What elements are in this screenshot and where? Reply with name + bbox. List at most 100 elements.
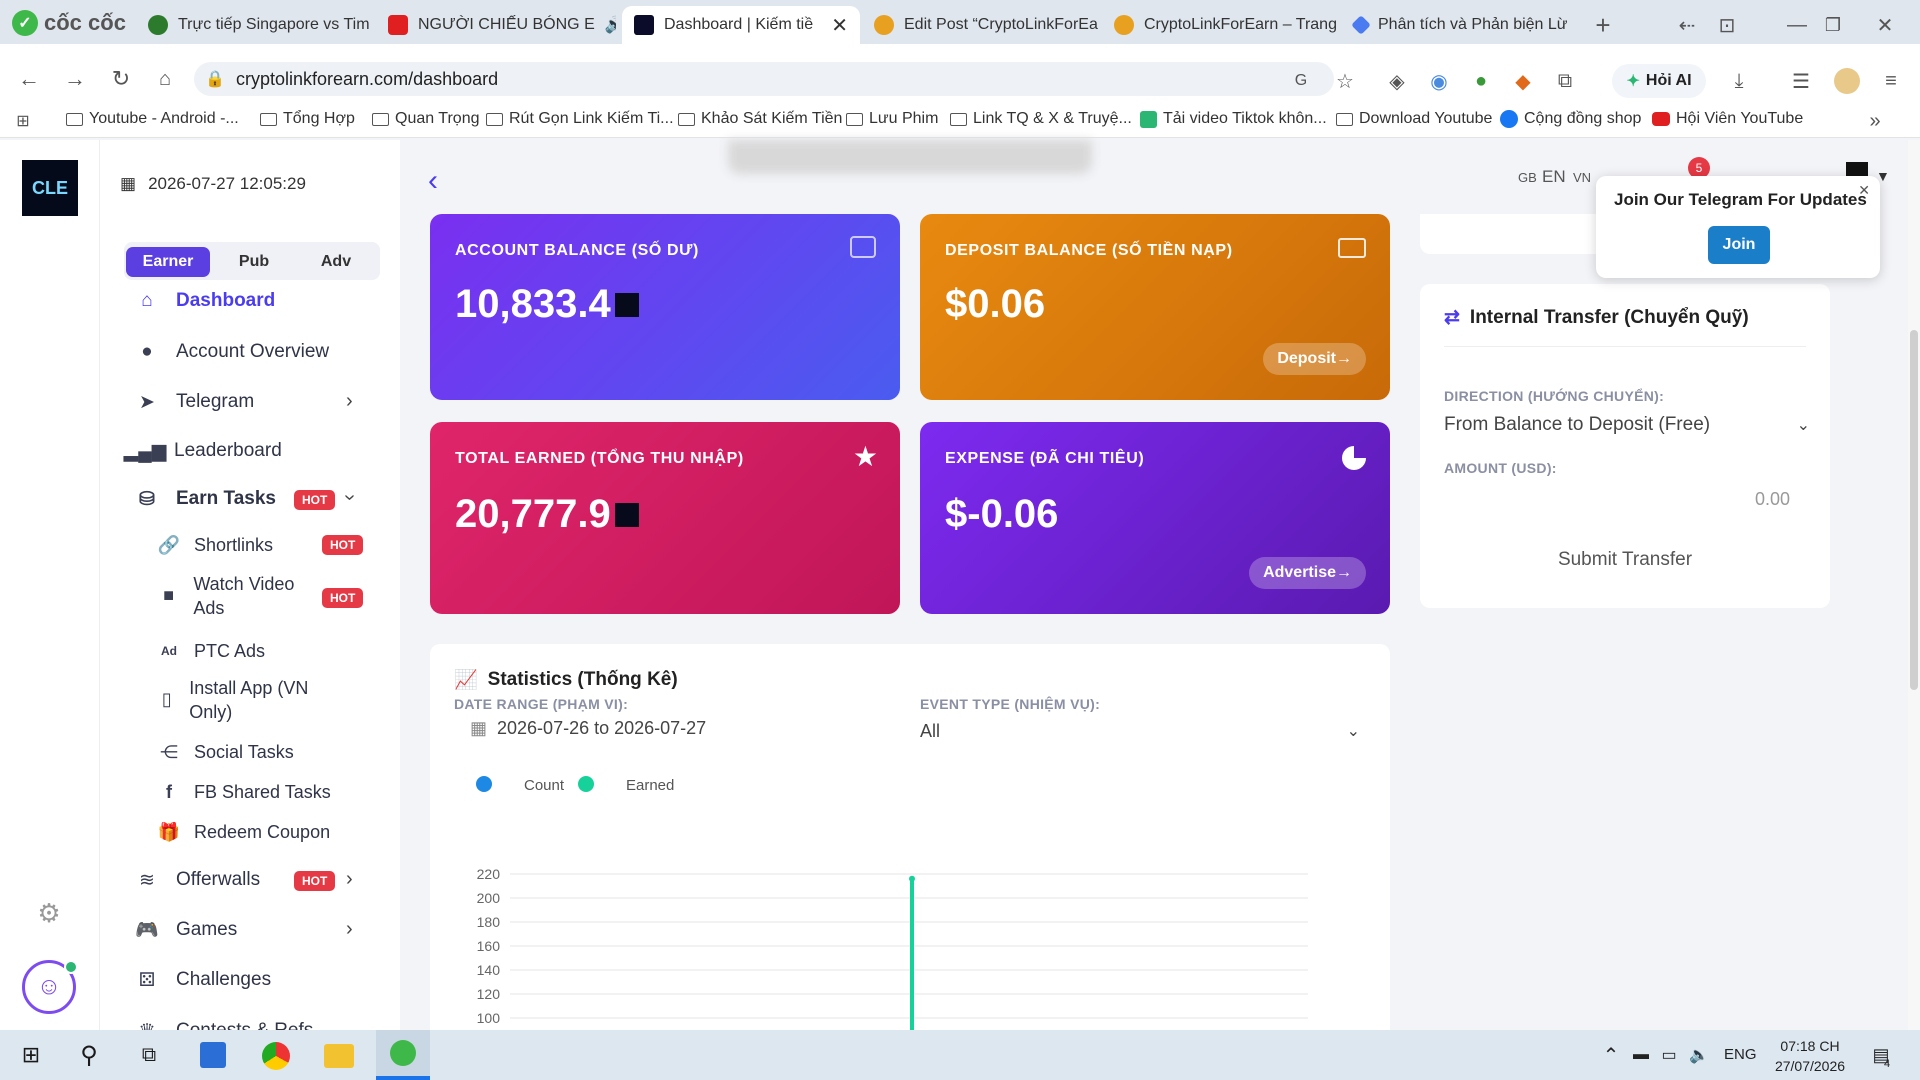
- bookmark-1[interactable]: Youtube - Android -...: [66, 110, 239, 128]
- profile-avatar[interactable]: [1834, 68, 1860, 94]
- nav-telegram[interactable]: ➤ Telegram: [134, 389, 254, 415]
- bookmark-2[interactable]: Tổng Hợp: [260, 110, 355, 128]
- bookmark-5[interactable]: Khảo Sát Kiếm Tiền: [678, 110, 842, 128]
- bookmark-6[interactable]: Lưu Phim: [846, 110, 938, 128]
- settings-gear-icon[interactable]: ⚙: [34, 898, 64, 928]
- close-window-icon[interactable]: ✕: [1870, 10, 1900, 40]
- chevron-right-icon[interactable]: ›: [346, 390, 353, 413]
- extension-3-icon[interactable]: ●: [1466, 66, 1496, 96]
- tab-2[interactable]: NGƯỜI CHIẾU BÓNG E 🔊: [376, 6, 616, 44]
- bookmark-4[interactable]: Rút Gọn Link Kiếm Ti...: [486, 110, 674, 128]
- tab-6[interactable]: Phân tích và Phản biện Lừ: [1342, 6, 1582, 44]
- line-chart-icon: 📈: [454, 670, 478, 691]
- file-explorer-icon[interactable]: [324, 1044, 354, 1068]
- deposit-button[interactable]: Deposit→: [1263, 343, 1366, 375]
- tab-3-active[interactable]: Dashboard | Kiếm tiề ✕: [622, 6, 860, 44]
- role-tab-pub[interactable]: Pub: [214, 247, 294, 277]
- nav-social-tasks[interactable]: ⋲ Social Tasks: [156, 739, 294, 765]
- scrollbar-thumb[interactable]: [1910, 330, 1918, 690]
- nav-contests[interactable]: ♛ Contests & Refs: [134, 1018, 313, 1030]
- lang-en[interactable]: EN: [1542, 167, 1566, 187]
- chevron-right-icon[interactable]: ›: [346, 918, 353, 941]
- extensions-puzzle-icon[interactable]: ⧉: [1550, 66, 1580, 96]
- site-logo[interactable]: CLE: [22, 160, 78, 216]
- tab-4[interactable]: Edit Post “CryptoLinkForEa: [862, 6, 1102, 44]
- tab-5[interactable]: CryptoLinkForEarn – Trang: [1102, 6, 1342, 44]
- back-arrow-icon[interactable]: ←: [14, 64, 44, 94]
- bookmark-7[interactable]: Link TQ & X & Truyệ...: [950, 110, 1132, 128]
- input-language[interactable]: ENG: [1724, 1046, 1757, 1063]
- nav-offerwalls[interactable]: ≋ Offerwalls: [134, 867, 260, 893]
- coccoc-taskbar-active[interactable]: [376, 1030, 430, 1080]
- direction-select[interactable]: From Balance to Deposit (Free) ⌄: [1444, 410, 1810, 440]
- translate-icon[interactable]: G: [1286, 66, 1316, 96]
- nav-dashboard[interactable]: ⌂ Dashboard: [134, 288, 275, 314]
- volume-icon[interactable]: 🔈: [1688, 1044, 1710, 1066]
- nav-watch-video[interactable]: ■ Watch Video Ads: [156, 572, 326, 620]
- search-icon[interactable]: ⚲: [74, 1040, 104, 1070]
- bookmark-9[interactable]: Download Youtube: [1336, 110, 1492, 128]
- nav-challenges[interactable]: ⚄ Challenges: [134, 967, 271, 993]
- amount-input[interactable]: 0.00: [1444, 482, 1790, 516]
- nav-shortlinks[interactable]: 🔗 Shortlinks: [156, 532, 273, 558]
- home-icon[interactable]: ⌂: [150, 64, 180, 94]
- close-icon[interactable]: ✕: [1858, 182, 1870, 199]
- role-tab-earner[interactable]: Earner: [126, 247, 210, 277]
- reload-icon[interactable]: ↻: [106, 64, 136, 94]
- speaker-icon[interactable]: 🔊: [605, 15, 616, 35]
- date-range-input[interactable]: ▦ 2026-07-26 to 2026-07-27: [470, 718, 706, 739]
- network-icon[interactable]: ▭: [1658, 1044, 1680, 1066]
- browser-logo[interactable]: ✓ cốc cốc: [12, 10, 126, 36]
- submit-transfer-button[interactable]: Submit Transfer: [1420, 540, 1830, 580]
- lang-vn[interactable]: VN: [1573, 170, 1591, 185]
- ask-ai-button[interactable]: ✦ Hỏi AI: [1612, 64, 1706, 98]
- chevron-right-icon[interactable]: ›: [346, 868, 353, 891]
- lang-gb[interactable]: GB: [1518, 170, 1537, 185]
- nav-games[interactable]: 🎮 Games: [134, 917, 237, 943]
- back-history-icon[interactable]: ⇠: [1672, 10, 1702, 40]
- nav-install-app[interactable]: ▯ Install App (VN Only): [156, 676, 326, 724]
- menu-icon[interactable]: ≡: [1876, 66, 1906, 96]
- folder-icon: [1336, 112, 1353, 126]
- media-icon[interactable]: ☰: [1786, 66, 1816, 96]
- nav-earn-tasks[interactable]: ⛁ Earn Tasks: [134, 486, 276, 512]
- bookmark-11[interactable]: Hội Viên YouTube: [1652, 110, 1803, 128]
- event-type-select[interactable]: All ⌄: [920, 716, 1360, 746]
- lock-icon[interactable]: 🔒: [204, 68, 226, 90]
- more-bookmarks-icon[interactable]: »: [1862, 108, 1888, 134]
- store-icon[interactable]: [200, 1042, 226, 1068]
- nav-account-overview[interactable]: ● Account Overview: [134, 339, 329, 365]
- nav-redeem-coupon[interactable]: 🎁 Redeem Coupon: [156, 819, 330, 845]
- close-tab-icon[interactable]: ✕: [831, 13, 848, 38]
- chevron-up-icon[interactable]: ⌃: [1600, 1044, 1622, 1067]
- metamask-icon[interactable]: ◆: [1508, 66, 1538, 96]
- extension-1-icon[interactable]: ◈: [1382, 66, 1412, 96]
- apps-grid-icon[interactable]: ⊞: [12, 110, 34, 132]
- clock[interactable]: 07:18 CH 27/07/2026: [1768, 1036, 1852, 1076]
- windows-start-icon[interactable]: ⊞: [16, 1040, 46, 1070]
- nav-ptc-ads[interactable]: Ad PTC Ads: [156, 638, 265, 664]
- chrome-icon[interactable]: [262, 1042, 290, 1070]
- task-view-icon[interactable]: ⧉: [134, 1040, 164, 1070]
- nav-leaderboard[interactable]: ▂▄▆ Leaderboard: [124, 438, 282, 464]
- new-tab-icon[interactable]: +: [1588, 10, 1618, 40]
- collapse-sidebar-icon[interactable]: ‹: [428, 164, 438, 198]
- forward-arrow-icon[interactable]: →: [60, 64, 90, 94]
- download-icon[interactable]: ⤓: [1724, 66, 1754, 96]
- bookmark-3[interactable]: Quan Trọng: [372, 110, 480, 128]
- bookmark-8[interactable]: Tải video Tiktok khôn...: [1140, 110, 1327, 128]
- advertise-button[interactable]: Advertise→: [1249, 557, 1366, 589]
- chevron-down-icon[interactable]: ›: [338, 494, 361, 501]
- star-icon[interactable]: ☆: [1330, 66, 1360, 96]
- battery-icon[interactable]: ▬: [1630, 1044, 1652, 1066]
- maximize-icon[interactable]: ❐: [1818, 10, 1848, 40]
- search-tabs-icon[interactable]: ⊡: [1712, 10, 1742, 40]
- bookmark-10[interactable]: Cộng đồng shop: [1500, 110, 1641, 128]
- tab-1[interactable]: Trực tiếp Singapore vs Tim: [136, 6, 376, 44]
- nav-fb-shared[interactable]: f FB Shared Tasks: [156, 779, 331, 805]
- address-bar[interactable]: cryptolinkforearn.com/dashboard: [194, 62, 1334, 96]
- minimize-icon[interactable]: —: [1782, 10, 1812, 40]
- role-tab-adv[interactable]: Adv: [296, 247, 376, 277]
- extension-2-icon[interactable]: ◉: [1424, 66, 1454, 96]
- join-button[interactable]: Join: [1708, 226, 1770, 264]
